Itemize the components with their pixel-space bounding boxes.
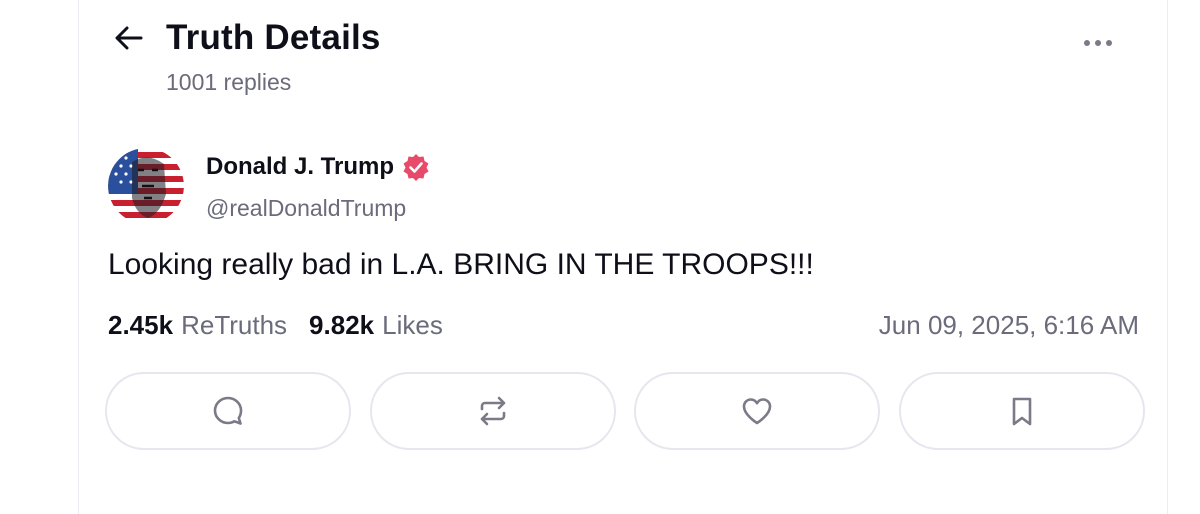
- retruths-stat[interactable]: 2.45k ReTruths: [108, 310, 287, 341]
- bookmark-button[interactable]: [898, 372, 1145, 450]
- likes-label: Likes: [382, 310, 443, 340]
- likes-count: 9.82k: [309, 310, 375, 340]
- ellipsis-icon: [1084, 40, 1090, 46]
- retruths-count: 2.45k: [108, 310, 174, 340]
- bookmark-icon: [1012, 397, 1032, 426]
- arrow-left-icon: [115, 26, 143, 50]
- action-bar: [105, 372, 1145, 450]
- retruths-label: ReTruths: [181, 310, 288, 340]
- post-timestamp: Jun 09, 2025, 6:16 AM: [878, 310, 1139, 340]
- post-text: Looking really bad in L.A. BRING IN THE …: [108, 248, 814, 281]
- replies-count: 1001 replies: [166, 69, 292, 95]
- likes-stat[interactable]: 9.82k Likes: [309, 310, 443, 341]
- page-header: Truth Details: [112, 18, 381, 58]
- like-button[interactable]: [634, 372, 881, 450]
- verified-badge-icon: [403, 154, 429, 181]
- author-row: Donald J. Trump: [206, 153, 430, 181]
- page-title: Truth Details: [166, 18, 381, 57]
- repost-icon: [480, 396, 505, 426]
- reply-button[interactable]: [105, 372, 351, 450]
- more-options-button[interactable]: [1076, 30, 1120, 56]
- author-name[interactable]: Donald J. Trump: [206, 153, 394, 181]
- avatar[interactable]: [108, 148, 184, 224]
- back-button[interactable]: [112, 21, 146, 55]
- post-stats: 2.45k ReTruths 9.82k Likes: [108, 310, 465, 341]
- comment-icon: [213, 396, 243, 425]
- retruth-button[interactable]: [369, 372, 616, 450]
- flag-portrait-avatar: [108, 148, 184, 224]
- author-handle[interactable]: @realDonaldTrump: [206, 195, 406, 222]
- heart-icon: [743, 398, 772, 425]
